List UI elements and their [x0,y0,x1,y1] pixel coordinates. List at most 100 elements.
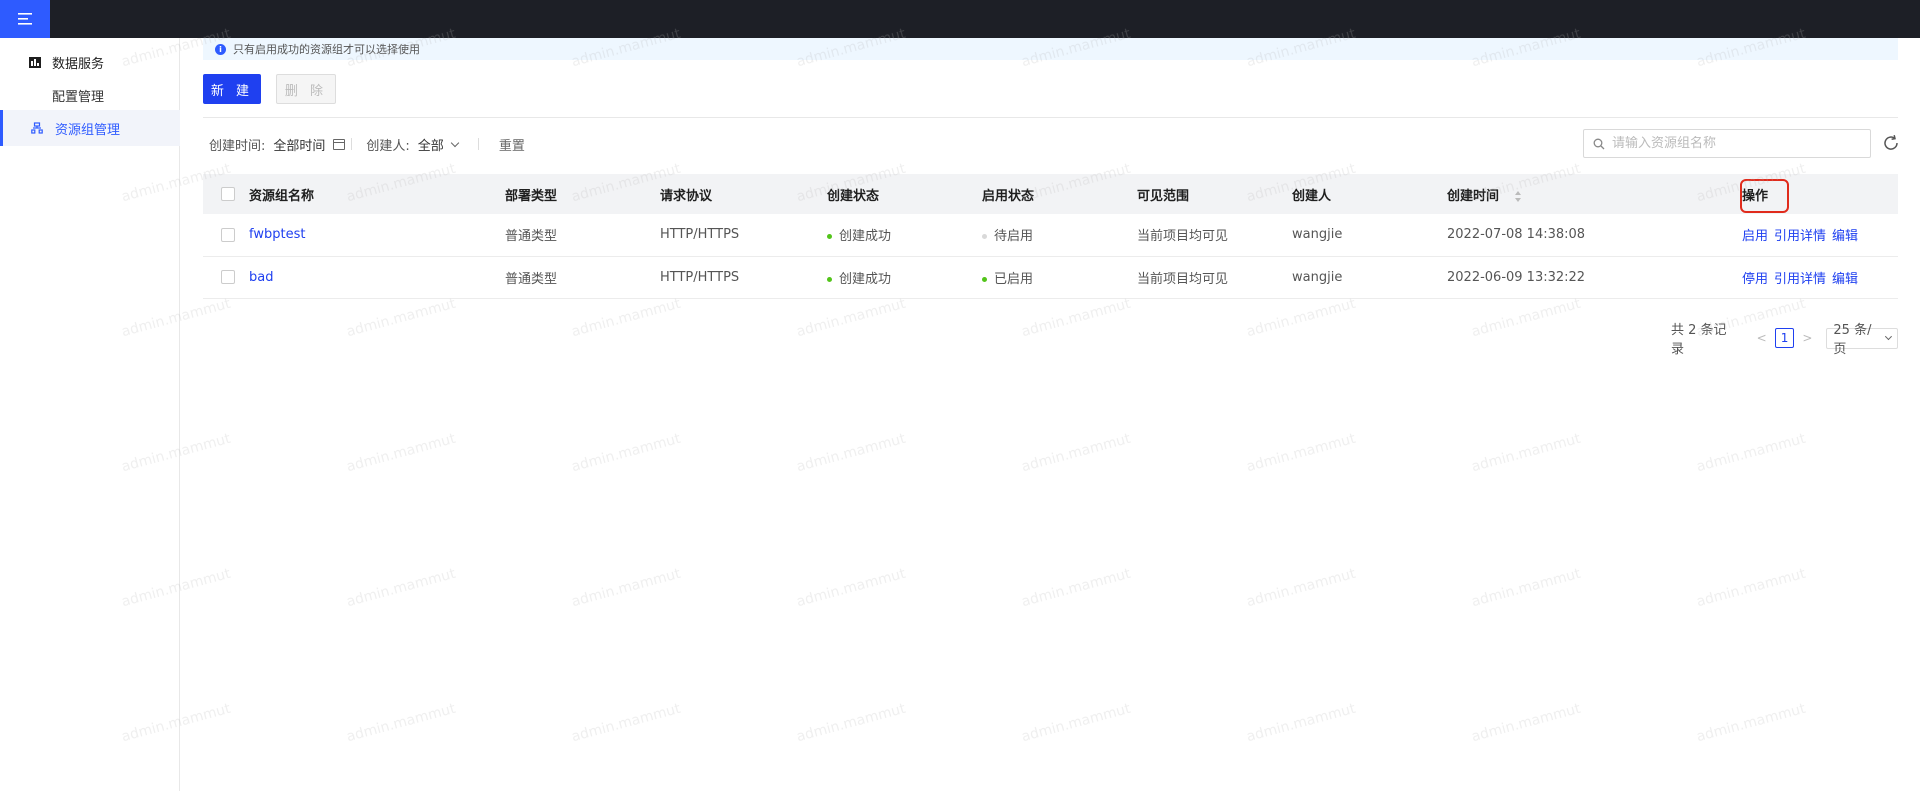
watermark-text: admin.mammut [1019,700,1133,746]
watermark-text: admin.mammut [1019,430,1133,476]
watermark-text: admin.mammut [1694,565,1808,611]
page-size-value: 25 条/页 [1833,323,1872,357]
resource-group-icon [31,122,43,134]
sidebar-item-label: 配置管理 [52,89,105,105]
hamburger-menu-icon[interactable] [0,0,50,38]
edit-link[interactable]: 编辑 [1832,229,1858,244]
sidebar: 数据服务 配置管理 资源组管理 [0,38,180,791]
deploy-type-cell: 普通类型 [505,256,660,299]
status-dot [827,276,832,282]
chevron-down-icon[interactable] [450,138,460,147]
table-header-row: 资源组名称 部署类型 请求协议 创建状态 启用状态 可见范围 创建人 创建时间 … [203,174,1898,214]
column-header-actions: 操作 [1742,174,1898,214]
watermark-text: admin.mammut [1469,430,1583,476]
column-header-deploy-type: 部署类型 [505,174,660,214]
column-header-created-at[interactable]: 创建时间 [1447,174,1742,214]
reference-details-link[interactable]: 引用详情 [1774,229,1826,244]
column-header-enable-status: 启用状态 [982,174,1137,214]
refresh-icon[interactable] [1881,133,1901,153]
watermark-text: admin.mammut [1244,700,1358,746]
sidebar-group-data-service[interactable]: 数据服务 [0,48,180,76]
created-at-cell: 2022-06-09 13:32:22 [1447,256,1742,299]
visibility-cell: 当前项目均可见 [1137,256,1292,299]
reset-button[interactable]: 重置 [499,135,525,154]
creator-filter-value[interactable]: 全部 [418,135,444,154]
sidebar-item-config-management[interactable]: 配置管理 [0,82,180,108]
watermark-text: admin.mammut [1694,700,1808,746]
watermark-text: admin.mammut [344,565,458,611]
search-input[interactable] [1612,136,1862,151]
row-select-cell [203,214,249,257]
row-checkbox[interactable] [221,227,235,242]
column-header-visibility: 可见范围 [1137,174,1292,214]
watermark-text: admin.mammut [1244,430,1358,476]
filter-bar: 创建时间: 全部时间 创建人: 全部 重置 [209,134,525,154]
prev-page-icon[interactable]: < [1757,331,1767,345]
watermark-text: admin.mammut [344,295,458,341]
separator [477,138,479,150]
watermark-text: admin.mammut [1019,295,1133,341]
info-notice: i 只有启用成功的资源组才可以选择使用 [203,38,1898,60]
data-service-icon [28,55,42,69]
row-checkbox[interactable] [221,270,235,284]
column-header-label: 创建时间 [1447,188,1500,204]
reference-details-link[interactable]: 引用详情 [1774,272,1826,287]
watermark-text: admin.mammut [569,700,683,746]
watermark-text: admin.mammut [794,430,908,476]
select-all-checkbox[interactable] [221,187,235,201]
resource-group-name-link[interactable]: fwbptest [249,227,305,242]
search-box[interactable] [1583,129,1871,158]
edit-link[interactable]: 编辑 [1832,272,1858,287]
status-dot [827,234,832,240]
sort-icon[interactable] [1514,190,1522,202]
protocol-cell: HTTP/HTTPS [660,256,827,299]
creator-cell: wangjie [1292,214,1447,257]
watermark-text: admin.mammut [344,700,458,746]
page-number-button[interactable]: 1 [1774,328,1795,348]
enable-status-text: 待启用 [994,229,1034,245]
sidebar-group-label: 数据服务 [52,56,105,72]
enable-status-text: 已启用 [994,271,1034,287]
created-at-cell: 2022-07-08 14:38:08 [1447,214,1742,257]
status-dot [982,234,987,240]
watermark-text: admin.mammut [1469,295,1583,341]
create-status-text: 创建成功 [839,271,892,287]
watermark-text: admin.mammut [1469,700,1583,746]
watermark-text: admin.mammut [1244,295,1358,341]
creator-cell: wangjie [1292,256,1447,299]
page-size-select[interactable]: 25 条/页 [1826,323,1898,357]
column-header-protocol: 请求协议 [660,174,827,214]
watermark-text: admin.mammut [569,295,683,341]
disable-action-link[interactable]: 停用 [1742,272,1768,287]
top-bar [0,0,1920,38]
delete-button[interactable]: 删 除 [276,74,336,104]
next-page-icon[interactable]: > [1802,331,1812,345]
creator-filter-label: 创建人: [366,138,410,154]
watermark-text: admin.mammut [794,295,908,341]
watermark-text: admin.mammut [1244,565,1358,611]
notice-text: 只有启用成功的资源组才可以选择使用 [233,43,420,56]
watermark-text: admin.mammut [1694,430,1808,476]
created-time-filter-value[interactable]: 全部时间 [273,135,325,154]
actions-cell: 启用 引用详情 编辑 [1742,214,1898,257]
watermark-text: admin.mammut [794,700,908,746]
enable-action-link[interactable]: 启用 [1742,229,1768,244]
enable-status-cell: 已启用 [982,256,1137,299]
create-status-cell: 创建成功 [827,256,982,299]
sidebar-item-resource-group-management[interactable]: 资源组管理 [0,110,180,146]
column-header-name: 资源组名称 [249,174,505,214]
column-header-creator: 创建人 [1292,174,1447,214]
create-status-cell: 创建成功 [827,214,982,257]
watermark-text: admin.mammut [1469,565,1583,611]
new-button[interactable]: 新 建 [203,74,261,104]
name-cell: bad [249,256,505,299]
row-select-cell [203,256,249,299]
table-row: bad 普通类型 HTTP/HTTPS 创建成功 已启用 当前项目均可见 wan… [203,256,1898,299]
watermark-text: admin.mammut [344,430,458,476]
status-dot [982,276,987,282]
watermark-text: admin.mammut [569,430,683,476]
calendar-icon[interactable] [333,138,346,150]
resource-group-name-link[interactable]: bad [249,270,273,285]
watermark-text: admin.mammut [1019,565,1133,611]
create-status-text: 创建成功 [839,229,892,245]
